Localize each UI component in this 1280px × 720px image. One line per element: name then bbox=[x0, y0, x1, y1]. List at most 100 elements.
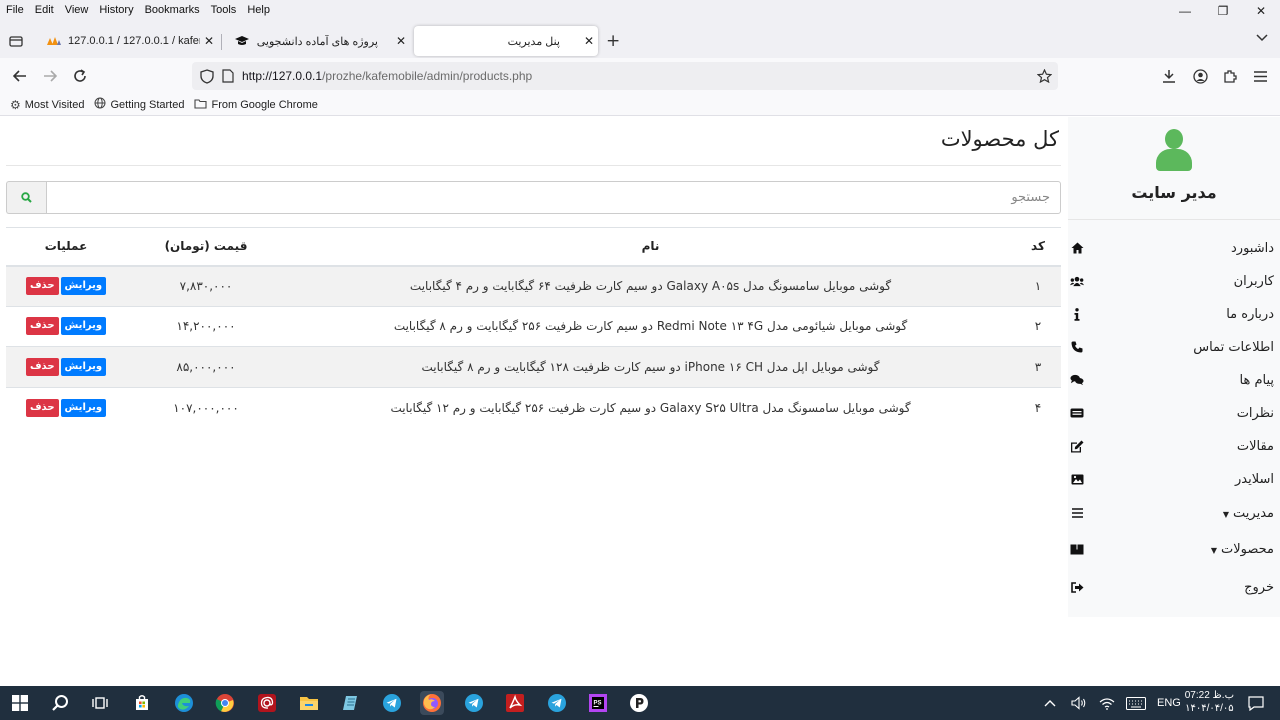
tab-admin-panel[interactable]: پنل مدیریت ✕ bbox=[414, 26, 598, 56]
close-tab-icon[interactable]: ✕ bbox=[580, 34, 598, 48]
sidebar-item-about[interactable]: درباره ما bbox=[1070, 301, 1274, 327]
url-bar[interactable]: http://127.0.0.1/prozhe/kafemobile/admin… bbox=[192, 62, 1058, 90]
cell-code: ۲ bbox=[1015, 305, 1061, 347]
close-window-button[interactable]: ✕ bbox=[1242, 0, 1280, 22]
start-button[interactable] bbox=[8, 691, 32, 715]
menu-view[interactable]: View bbox=[59, 4, 89, 16]
download-icon bbox=[1163, 70, 1175, 83]
p-logo-icon bbox=[630, 694, 648, 712]
sidebar-item-label: مدیریت bbox=[1233, 505, 1274, 521]
search-icon bbox=[21, 192, 32, 203]
pdf-icon bbox=[506, 694, 524, 712]
search-button[interactable] bbox=[6, 181, 46, 214]
bookmark-getting-started[interactable]: Getting Started bbox=[94, 97, 184, 112]
store-app[interactable] bbox=[130, 691, 154, 715]
acrobat-app[interactable] bbox=[503, 691, 527, 715]
menu-history[interactable]: History bbox=[93, 4, 133, 16]
shield-icon[interactable] bbox=[200, 68, 214, 84]
new-tab-button[interactable]: + bbox=[606, 31, 620, 51]
menu-help[interactable]: Help bbox=[241, 4, 270, 16]
sidebar-item-messages[interactable]: پیام ها bbox=[1070, 367, 1274, 393]
input-language[interactable]: ENG bbox=[1157, 686, 1181, 720]
back-button[interactable] bbox=[10, 66, 30, 86]
file-explorer-app[interactable] bbox=[297, 691, 321, 715]
sidebar-item-contact[interactable]: اطلاعات تماس bbox=[1070, 334, 1274, 360]
delete-button[interactable]: حذف bbox=[25, 277, 59, 295]
close-tab-icon[interactable]: ✕ bbox=[200, 34, 218, 48]
app-menu-button[interactable] bbox=[1250, 66, 1270, 86]
keyboard-icon[interactable] bbox=[1126, 686, 1146, 720]
sidebar-item-management[interactable]: مدیریت▼ bbox=[1070, 500, 1274, 526]
delete-button[interactable]: حذف bbox=[25, 317, 59, 336]
search-taskbar-button[interactable] bbox=[48, 691, 72, 715]
firefox-app[interactable] bbox=[420, 691, 444, 715]
caret-down-icon: ▼ bbox=[1210, 545, 1217, 555]
telegram-app-1[interactable] bbox=[380, 691, 404, 715]
account-button[interactable] bbox=[1190, 66, 1210, 86]
search-input[interactable] bbox=[46, 181, 1061, 214]
notepad-app[interactable] bbox=[338, 691, 362, 715]
mail-at-icon bbox=[258, 694, 276, 712]
tab-title: پنل مدیریت bbox=[507, 35, 560, 48]
tab-title: پروژه های آماده دانشجویی bbox=[256, 35, 378, 48]
tab-phpmyadmin[interactable]: 127.0.0.1 / 127.0.0.1 / kafemobile ✕ bbox=[38, 26, 218, 56]
vpn-app[interactable] bbox=[627, 691, 651, 715]
menu-tools[interactable]: Tools bbox=[205, 4, 237, 16]
phpstorm-icon: PS bbox=[589, 694, 607, 712]
header-name: نام bbox=[286, 227, 1015, 267]
volume-icon[interactable] bbox=[1071, 686, 1087, 720]
sidebar-item-dashboard[interactable]: داشبورد bbox=[1070, 235, 1274, 261]
mail-app[interactable] bbox=[255, 691, 279, 715]
edit-button[interactable]: ویرایش bbox=[60, 398, 107, 417]
edit-button[interactable]: ویرایش bbox=[60, 277, 107, 295]
table-row: ۱ گوشی موبایل سامسونگ مدل Galaxy A۰۵s دو… bbox=[6, 265, 1061, 306]
show-hidden-icons[interactable] bbox=[1044, 686, 1056, 720]
menu-bookmarks[interactable]: Bookmarks bbox=[139, 4, 200, 16]
list-all-tabs-icon[interactable] bbox=[1256, 31, 1268, 45]
restore-button[interactable]: ❐ bbox=[1204, 0, 1242, 22]
menu-file[interactable]: File bbox=[0, 4, 24, 16]
close-tab-icon[interactable]: ✕ bbox=[392, 34, 410, 48]
phpstorm-app[interactable]: PS bbox=[586, 691, 610, 715]
bookmark-folder-chrome[interactable]: From Google Chrome bbox=[194, 98, 318, 112]
sidebar-item-users[interactable]: کاربران bbox=[1070, 268, 1274, 294]
sidebar-item-label: درباره ما bbox=[1226, 306, 1274, 322]
table-row: ۴ گوشی موبایل سامسونگ مدل Galaxy S۲۵ Ult… bbox=[6, 386, 1061, 428]
telegram-app-2[interactable] bbox=[462, 691, 486, 715]
downloads-button[interactable] bbox=[1159, 66, 1179, 86]
cell-code: ۴ bbox=[1015, 386, 1061, 428]
notifications-icon[interactable] bbox=[1248, 686, 1264, 720]
sidebar-item-slider[interactable]: اسلایدر bbox=[1070, 466, 1274, 492]
edit-button[interactable]: ویرایش bbox=[60, 357, 107, 376]
wifi-icon[interactable] bbox=[1099, 686, 1115, 720]
tab-student-projects[interactable]: پروژه های آماده دانشجویی ✕ bbox=[226, 26, 410, 56]
sidebar-item-label: اطلاعات تماس bbox=[1193, 339, 1274, 355]
bookmark-label: Most Visited bbox=[24, 98, 85, 111]
delete-button[interactable]: حذف bbox=[25, 357, 59, 376]
reload-button[interactable] bbox=[70, 66, 90, 86]
extensions-button[interactable] bbox=[1220, 66, 1240, 86]
sidebar-item-articles[interactable]: مقالات bbox=[1070, 433, 1274, 459]
sidebar-item-comments[interactable]: نظرات bbox=[1070, 400, 1274, 426]
system-clock[interactable]: 07:22 ب.ظ ۱۴۰۴/۰۴/۰۵ bbox=[1185, 689, 1234, 715]
chrome-app[interactable] bbox=[213, 691, 237, 715]
sidebar-item-logout[interactable]: خروج bbox=[1070, 574, 1274, 600]
forward-button[interactable] bbox=[40, 66, 60, 86]
image-icon bbox=[1070, 472, 1084, 486]
edit-button[interactable]: ویرایش bbox=[60, 317, 107, 336]
edge-app[interactable] bbox=[172, 691, 196, 715]
bookmark-most-visited[interactable]: ⚙ Most Visited bbox=[10, 98, 84, 112]
menu-edit[interactable]: Edit bbox=[29, 4, 54, 16]
telegram-app-3[interactable] bbox=[545, 691, 569, 715]
table-row: ۳ گوشی موبایل اپل مدل iPhone ۱۶ CH دو سی… bbox=[6, 346, 1061, 387]
task-view-button[interactable] bbox=[88, 691, 112, 715]
delete-button[interactable]: حذف bbox=[25, 398, 59, 417]
minimize-button[interactable]: — bbox=[1166, 0, 1204, 22]
edge-icon bbox=[175, 694, 193, 712]
bookmark-star-icon[interactable] bbox=[1037, 69, 1052, 83]
sidebar-item-products[interactable]: محصولات ▼ bbox=[1070, 536, 1274, 562]
url-path: /prozhe/kafemobile/admin/products.php bbox=[322, 69, 533, 83]
page-title: کل محصولات bbox=[940, 127, 1059, 151]
page-info-icon[interactable] bbox=[222, 69, 234, 83]
firefox-view-button[interactable] bbox=[4, 29, 28, 53]
